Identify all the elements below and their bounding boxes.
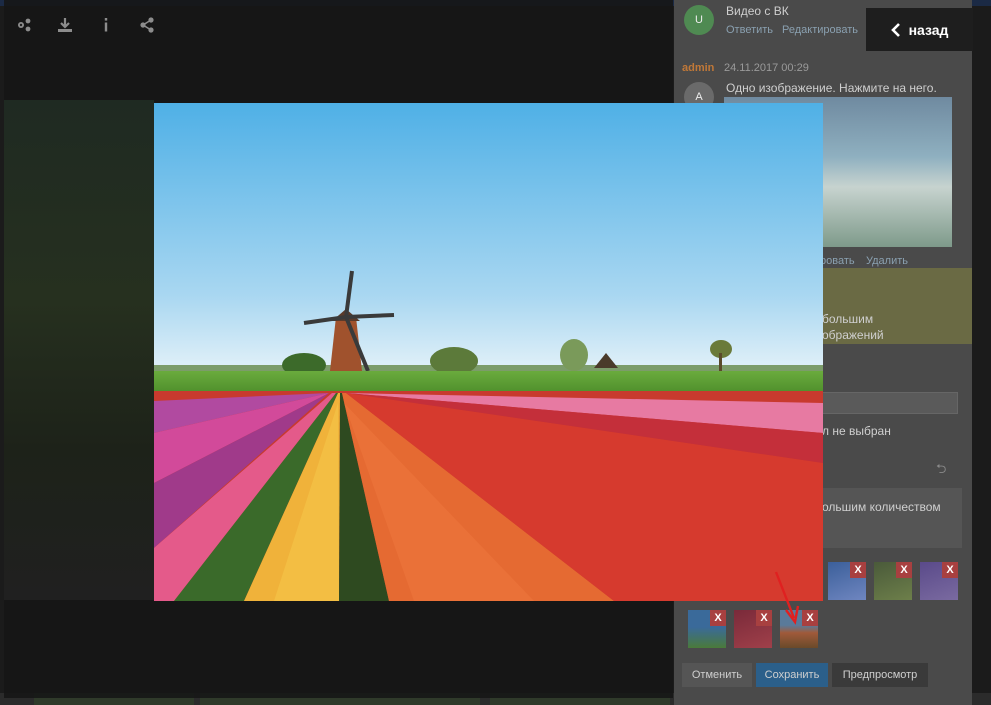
settings-icon[interactable]	[15, 16, 33, 34]
download-icon[interactable]	[56, 16, 74, 34]
file-status: л не выбран	[822, 424, 891, 438]
textarea-text: ольшим количеством	[822, 500, 941, 514]
reply-link[interactable]: Ответить	[726, 24, 773, 36]
attachment-thumbnail[interactable]: X	[688, 610, 726, 648]
notice-text: большим	[822, 312, 874, 326]
remove-thumbnail-button[interactable]: X	[802, 610, 818, 626]
chevron-left-icon	[890, 22, 900, 37]
save-button[interactable]: Сохранить	[756, 663, 828, 687]
remove-thumbnail-button[interactable]: X	[710, 610, 726, 626]
back-button-label: назад	[908, 21, 949, 38]
link-input[interactable]	[822, 392, 958, 414]
share-icon[interactable]	[138, 16, 156, 34]
screen: U Видео с ВК Ответить Редактировать admi…	[0, 0, 991, 705]
comment-author[interactable]: admin	[682, 62, 714, 74]
remove-thumbnail-button[interactable]: X	[756, 610, 772, 626]
notice-text: ображений	[822, 328, 884, 342]
comment-date: 24.11.2017 00:29	[724, 62, 809, 74]
attachment-thumbnail[interactable]: X	[920, 562, 958, 600]
comment-text: Одно изображение. Нажмите на него.	[726, 81, 937, 95]
attachment-thumbnail[interactable]: X	[828, 562, 866, 600]
remove-thumbnail-button[interactable]: X	[850, 562, 866, 578]
avatar-letter: U	[695, 14, 703, 26]
preview-button[interactable]: Предпросмотр	[832, 663, 928, 687]
attachment-thumbnail[interactable]: X	[734, 610, 772, 648]
undo-icon[interactable]: ⮌	[936, 460, 946, 482]
back-button[interactable]: назад	[866, 8, 973, 51]
comment-text: Видео с ВК	[726, 4, 789, 18]
info-icon[interactable]	[97, 16, 115, 34]
avatar: U	[684, 5, 714, 35]
edit-link[interactable]: Редактировать	[782, 24, 858, 36]
delete-link[interactable]: Удалить	[866, 255, 908, 267]
comment-textarea[interactable]	[822, 488, 962, 548]
background-photo	[4, 100, 154, 600]
lightbox-image[interactable]	[154, 103, 823, 601]
remove-thumbnail-button[interactable]: X	[896, 562, 912, 578]
edit-link[interactable]: ровать	[820, 255, 855, 267]
remove-thumbnail-button[interactable]: X	[942, 562, 958, 578]
avatar-letter: A	[695, 91, 703, 103]
annotation-arrow-icon	[774, 571, 800, 625]
attachment-thumbnail[interactable]: X	[874, 562, 912, 600]
cancel-button[interactable]: Отменить	[682, 663, 752, 687]
